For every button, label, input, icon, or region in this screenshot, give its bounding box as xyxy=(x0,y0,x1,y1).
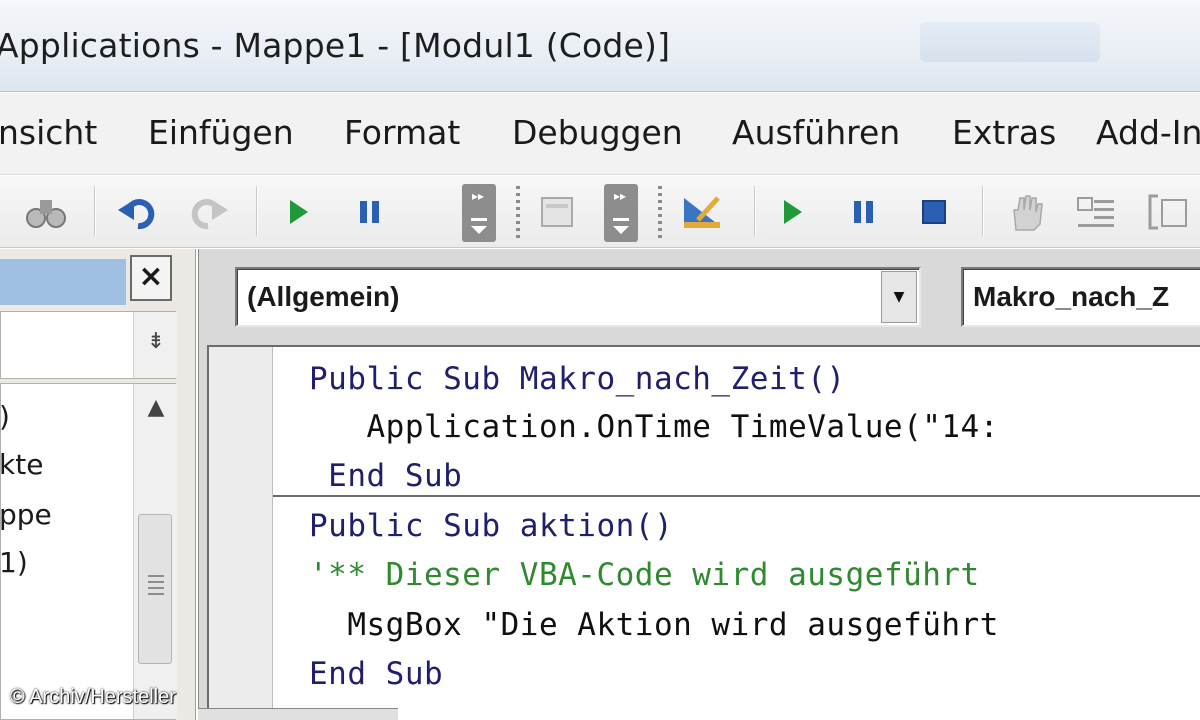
toolbar-separator xyxy=(754,186,756,236)
toolbar-overflow-grip[interactable]: ▸▸ xyxy=(604,184,638,242)
code-line[interactable]: End Sub xyxy=(309,458,462,494)
toolbar-overflow-grip[interactable]: ⇟ xyxy=(133,312,177,378)
run-icon[interactable] xyxy=(770,190,814,234)
code-line[interactable]: End Sub xyxy=(309,656,443,692)
toolbar-separator xyxy=(982,186,984,236)
margin-indicator-bar[interactable] xyxy=(209,347,273,720)
chevron-down-icon[interactable]: ▼ xyxy=(881,271,917,323)
code-line[interactable]: MsgBox "Die Aktion wird ausgeführt xyxy=(309,607,999,643)
scrollbar-thumb[interactable] xyxy=(138,514,172,664)
userform-icon[interactable] xyxy=(536,190,580,234)
menu-debuggen[interactable]: Debuggen xyxy=(512,113,683,152)
project-explorer-titlebar[interactable] xyxy=(0,259,126,305)
tree-item[interactable]: ) xyxy=(0,400,10,433)
tree-item[interactable]: 1) xyxy=(0,546,28,579)
close-panel-button[interactable]: × xyxy=(130,255,172,301)
tree-item[interactable]: kte xyxy=(0,448,43,481)
menu-format[interactable]: Format xyxy=(344,113,460,152)
toolbar-separator xyxy=(256,186,258,236)
svg-text:▸▸: ▸▸ xyxy=(472,189,484,203)
code-line[interactable]: '** Dieser VBA-Code wird ausgeführt xyxy=(309,557,980,593)
procedure-combobox[interactable]: Makro_nach_Z xyxy=(961,267,1200,327)
object-combobox-value: (Allgemein) xyxy=(247,281,400,312)
code-line[interactable]: Public Sub Makro_nach_Zeit() xyxy=(309,361,846,397)
pause-icon[interactable] xyxy=(348,190,392,234)
redo-icon[interactable] xyxy=(186,190,230,234)
code-window: (Allgemein) ▼ Makro_nach_Z Public Sub Ma… xyxy=(198,249,1200,720)
stop-icon[interactable] xyxy=(912,190,956,234)
project-explorer-toolbar: ⇟ xyxy=(0,311,177,379)
code-line[interactable]: Application.OnTime TimeValue("14: xyxy=(309,409,999,445)
toolbar-separator xyxy=(94,186,96,236)
view-buttons-strip[interactable] xyxy=(198,708,398,720)
project-tree: ) kte ppe 1) ▲ xyxy=(0,383,177,720)
toolbar-gripper[interactable] xyxy=(516,186,520,238)
undo-icon[interactable] xyxy=(116,190,160,234)
copyright-watermark: © Archiv/Hersteller xyxy=(10,686,176,708)
outdent-icon[interactable] xyxy=(1144,190,1188,234)
tree-item[interactable]: ppe xyxy=(0,498,52,531)
run-icon[interactable] xyxy=(276,190,320,234)
toolbar-overflow-grip[interactable]: ▸▸ xyxy=(462,184,496,242)
standard-toolbar: ▸▸ ▸▸ xyxy=(0,176,1200,248)
title-bar: Applications - Mappe1 - [Modul1 (Code)] xyxy=(0,0,1200,92)
object-combobox[interactable]: (Allgemein) ▼ xyxy=(235,267,921,327)
toolbar-gripper[interactable] xyxy=(658,186,662,238)
pause-icon[interactable] xyxy=(842,190,886,234)
svg-text:▸▸: ▸▸ xyxy=(614,189,626,203)
procedure-separator xyxy=(273,495,1200,497)
indent-icon[interactable] xyxy=(1074,190,1118,234)
chevron-down-icon: ⇟ xyxy=(146,329,166,354)
binoculars-icon[interactable] xyxy=(24,190,68,234)
menu-ausfuehren[interactable]: Ausführen xyxy=(732,113,900,152)
procedure-combobox-value: Makro_nach_Z xyxy=(973,281,1170,312)
hand-icon[interactable] xyxy=(1004,190,1048,234)
menu-bar: nsicht Einfügen Format Debuggen Ausführe… xyxy=(0,93,1200,175)
project-explorer-panel: × ⇟ ) kte ppe 1) ▲ xyxy=(0,249,196,720)
code-editor[interactable]: Public Sub Makro_nach_Zeit() Application… xyxy=(207,345,1200,720)
menu-extras[interactable]: Extras xyxy=(952,113,1056,152)
code-line[interactable]: Public Sub aktion() xyxy=(309,508,673,544)
title-bar-button[interactable] xyxy=(920,22,1100,62)
menu-add-ins[interactable]: Add-In xyxy=(1096,113,1200,152)
window-title: Applications - Mappe1 - [Modul1 (Code)] xyxy=(0,26,671,65)
design-mode-icon[interactable] xyxy=(680,190,724,234)
tree-scrollbar[interactable]: ▲ xyxy=(133,384,177,719)
menu-ansicht[interactable]: nsicht xyxy=(0,113,97,152)
menu-einfuegen[interactable]: Einfügen xyxy=(148,113,294,152)
scroll-up-arrow-icon[interactable]: ▲ xyxy=(134,388,178,428)
